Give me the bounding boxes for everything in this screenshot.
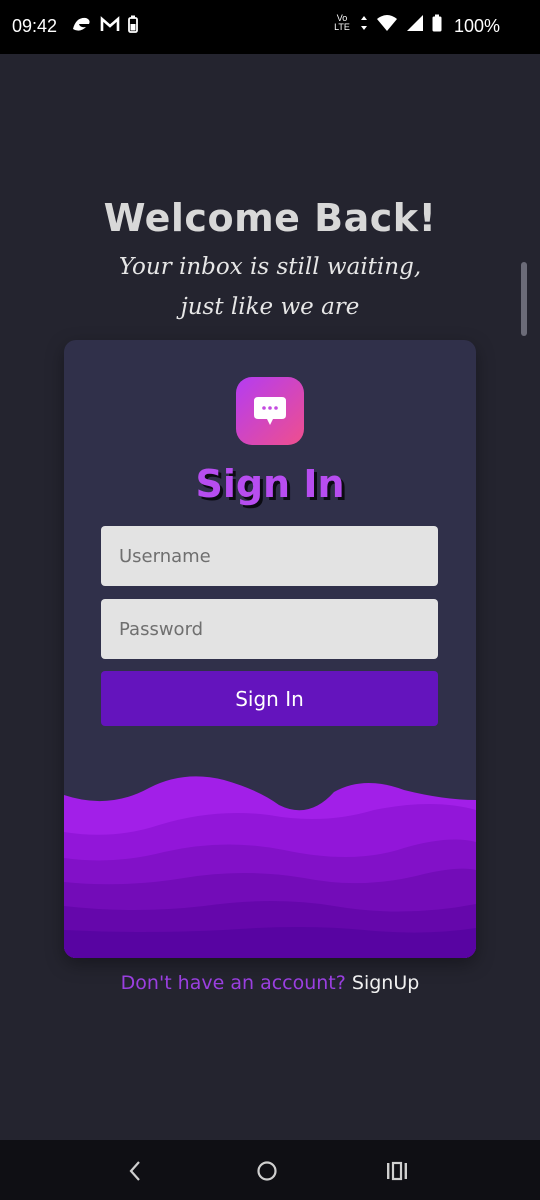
system-icons: Vo LTE	[332, 14, 442, 32]
battery-saver-icon	[128, 15, 138, 33]
home-icon	[257, 1161, 277, 1181]
back-icon	[129, 1161, 140, 1181]
signin-button[interactable]: Sign In	[101, 671, 438, 726]
edge-icon	[73, 17, 90, 31]
signin-heading: Sign In	[195, 462, 345, 506]
chat-bubble-icon	[254, 397, 286, 425]
password-input[interactable]	[101, 599, 438, 659]
signup-question: Don't have an account?	[120, 972, 346, 994]
tagline-line-2: just like we are	[180, 294, 360, 320]
signup-link[interactable]: SignUp	[352, 972, 419, 994]
volte-icon: Vo LTE	[334, 13, 350, 32]
signup-prompt: Don't have an account? SignUp	[0, 972, 540, 994]
wave-decoration	[64, 776, 476, 958]
battery-percent: 100%	[453, 16, 500, 36]
status-time: 09:42	[12, 16, 58, 36]
tagline-line-1: Your inbox is still waiting,	[118, 254, 422, 280]
data-arrows-icon	[361, 16, 367, 30]
recents-button[interactable]	[380, 1154, 414, 1188]
signin-card: Sign In Sign In	[64, 340, 476, 958]
page-title: Welcome Back!	[103, 196, 437, 240]
signal-icon	[407, 15, 423, 31]
app-logo	[236, 377, 304, 445]
back-button[interactable]	[118, 1154, 152, 1188]
username-input[interactable]	[101, 526, 438, 586]
notification-icons	[70, 15, 138, 33]
navigation-bar	[0, 1140, 540, 1200]
gmail-icon	[100, 16, 120, 31]
wifi-icon	[377, 15, 397, 31]
status-bar: 09:42 Vo LTE 100%	[0, 0, 540, 54]
battery-icon	[432, 14, 442, 32]
home-button[interactable]	[250, 1154, 284, 1188]
recents-icon	[387, 1161, 407, 1181]
